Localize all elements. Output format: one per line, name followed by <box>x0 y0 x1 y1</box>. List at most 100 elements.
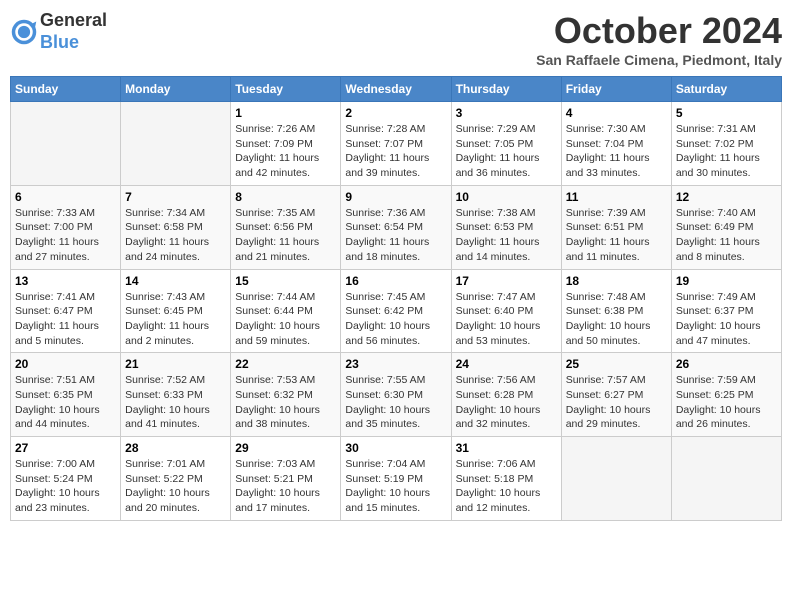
weekday-header-monday: Monday <box>121 77 231 102</box>
logo-icon <box>10 18 38 46</box>
calendar-cell <box>11 102 121 186</box>
calendar-table: SundayMondayTuesdayWednesdayThursdayFrid… <box>10 76 782 521</box>
calendar-week-row: 20 Sunrise: 7:51 AMSunset: 6:35 PMDayligh… <box>11 353 782 437</box>
calendar-cell: 20 Sunrise: 7:51 AMSunset: 6:35 PMDayligh… <box>11 353 121 437</box>
logo-blue: Blue <box>40 32 79 52</box>
day-number: 22 <box>235 357 336 371</box>
calendar-cell: 13Sunrise: 7:41 AMSunset: 6:47 PMDayligh… <box>11 269 121 353</box>
day-number: 14 <box>125 274 226 288</box>
day-number: 6 <box>15 190 116 204</box>
day-number: 1 <box>235 106 336 120</box>
day-detail: Sunrise: 7:40 AMSunset: 6:49 PMDaylight:… <box>676 206 777 265</box>
day-number: 19 <box>676 274 777 288</box>
day-detail: Sunrise: 7:49 AMSunset: 6:37 PMDaylight:… <box>676 290 777 349</box>
day-number: 8 <box>235 190 336 204</box>
calendar-cell: 19 Sunrise: 7:49 AMSunset: 6:37 PMDayligh… <box>671 269 781 353</box>
day-number: 31 <box>456 441 557 455</box>
day-number: 21 <box>125 357 226 371</box>
calendar-cell: 31 Sunrise: 7:06 AMSunset: 5:18 PMDayligh… <box>451 437 561 521</box>
weekday-header-saturday: Saturday <box>671 77 781 102</box>
calendar-cell <box>121 102 231 186</box>
day-detail: Sunrise: 7:29 AMSunset: 7:05 PMDaylight:… <box>456 122 557 181</box>
day-number: 11 <box>566 190 667 204</box>
calendar-header-row: SundayMondayTuesdayWednesdayThursdayFrid… <box>11 77 782 102</box>
calendar-cell: 29Sunrise: 7:03 AMSunset: 5:21 PMDayligh… <box>231 437 341 521</box>
calendar-cell <box>671 437 781 521</box>
day-detail: Sunrise: 7:38 AMSunset: 6:53 PMDaylight:… <box>456 206 557 265</box>
day-number: 5 <box>676 106 777 120</box>
day-number: 28 <box>125 441 226 455</box>
day-detail: Sunrise: 7:47 AMSunset: 6:40 PMDaylight:… <box>456 290 557 349</box>
calendar-week-row: 1 Sunrise: 7:26 AMSunset: 7:09 PMDaylight… <box>11 102 782 186</box>
calendar-cell: 5 Sunrise: 7:31 AMSunset: 7:02 PMDaylight… <box>671 102 781 186</box>
weekday-header-tuesday: Tuesday <box>231 77 341 102</box>
calendar-cell: 6Sunrise: 7:33 AMSunset: 7:00 PMDaylight… <box>11 185 121 269</box>
calendar-week-row: 27 Sunrise: 7:00 AMSunset: 5:24 PMDayligh… <box>11 437 782 521</box>
weekday-header-thursday: Thursday <box>451 77 561 102</box>
calendar-cell: 12 Sunrise: 7:40 AMSunset: 6:49 PMDayligh… <box>671 185 781 269</box>
day-number: 30 <box>345 441 446 455</box>
day-detail: Sunrise: 7:44 AMSunset: 6:44 PMDaylight:… <box>235 290 336 349</box>
calendar-cell: 10 Sunrise: 7:38 AMSunset: 6:53 PMDayligh… <box>451 185 561 269</box>
day-detail: Sunrise: 7:26 AMSunset: 7:09 PMDaylight:… <box>235 122 336 181</box>
day-number: 7 <box>125 190 226 204</box>
day-detail: Sunrise: 7:06 AMSunset: 5:18 PMDaylight:… <box>456 457 557 516</box>
day-number: 20 <box>15 357 116 371</box>
day-detail: Sunrise: 7:34 AMSunset: 6:58 PMDaylight:… <box>125 206 226 265</box>
day-detail: Sunrise: 7:31 AMSunset: 7:02 PMDaylight:… <box>676 122 777 181</box>
day-detail: Sunrise: 7:59 AMSunset: 6:25 PMDaylight:… <box>676 373 777 432</box>
day-detail: Sunrise: 7:01 AMSunset: 5:22 PMDaylight:… <box>125 457 226 516</box>
day-detail: Sunrise: 7:41 AMSunset: 6:47 PMDaylight:… <box>15 290 116 349</box>
day-detail: Sunrise: 7:48 AMSunset: 6:38 PMDaylight:… <box>566 290 667 349</box>
day-detail: Sunrise: 7:03 AMSunset: 5:21 PMDaylight:… <box>235 457 336 516</box>
day-number: 2 <box>345 106 446 120</box>
calendar-cell: 24Sunrise: 7:56 AMSunset: 6:28 PMDayligh… <box>451 353 561 437</box>
calendar-cell: 8 Sunrise: 7:35 AMSunset: 6:56 PMDaylight… <box>231 185 341 269</box>
calendar-cell: 23Sunrise: 7:55 AMSunset: 6:30 PMDayligh… <box>341 353 451 437</box>
calendar-cell: 14 Sunrise: 7:43 AMSunset: 6:45 PMDayligh… <box>121 269 231 353</box>
day-detail: Sunrise: 7:51 AMSunset: 6:35 PMDaylight:… <box>15 373 116 432</box>
day-detail: Sunrise: 7:45 AMSunset: 6:42 PMDaylight:… <box>345 290 446 349</box>
day-number: 27 <box>15 441 116 455</box>
logo-text: General Blue <box>40 10 107 53</box>
calendar-cell: 4Sunrise: 7:30 AMSunset: 7:04 PMDaylight… <box>561 102 671 186</box>
calendar-cell: 17 Sunrise: 7:47 AMSunset: 6:40 PMDayligh… <box>451 269 561 353</box>
calendar-cell <box>561 437 671 521</box>
day-number: 4 <box>566 106 667 120</box>
day-number: 26 <box>676 357 777 371</box>
day-detail: Sunrise: 7:55 AMSunset: 6:30 PMDaylight:… <box>345 373 446 432</box>
day-detail: Sunrise: 7:57 AMSunset: 6:27 PMDaylight:… <box>566 373 667 432</box>
calendar-cell: 21 Sunrise: 7:52 AMSunset: 6:33 PMDayligh… <box>121 353 231 437</box>
page-header: General Blue October 2024 San Raffaele C… <box>10 10 782 68</box>
day-number: 17 <box>456 274 557 288</box>
day-number: 10 <box>456 190 557 204</box>
weekday-header-friday: Friday <box>561 77 671 102</box>
title-section: October 2024 San Raffaele Cimena, Piedmo… <box>536 10 782 68</box>
day-detail: Sunrise: 7:35 AMSunset: 6:56 PMDaylight:… <box>235 206 336 265</box>
day-detail: Sunrise: 7:53 AMSunset: 6:32 PMDaylight:… <box>235 373 336 432</box>
day-number: 9 <box>345 190 446 204</box>
calendar-cell: 9 Sunrise: 7:36 AMSunset: 6:54 PMDaylight… <box>341 185 451 269</box>
day-number: 25 <box>566 357 667 371</box>
calendar-cell: 2 Sunrise: 7:28 AMSunset: 7:07 PMDaylight… <box>341 102 451 186</box>
day-detail: Sunrise: 7:52 AMSunset: 6:33 PMDaylight:… <box>125 373 226 432</box>
calendar-cell: 30 Sunrise: 7:04 AMSunset: 5:19 PMDayligh… <box>341 437 451 521</box>
calendar-cell: 11Sunrise: 7:39 AMSunset: 6:51 PMDayligh… <box>561 185 671 269</box>
day-detail: Sunrise: 7:36 AMSunset: 6:54 PMDaylight:… <box>345 206 446 265</box>
location-title: San Raffaele Cimena, Piedmont, Italy <box>536 52 782 68</box>
day-detail: Sunrise: 7:43 AMSunset: 6:45 PMDaylight:… <box>125 290 226 349</box>
calendar-cell: 18 Sunrise: 7:48 AMSunset: 6:38 PMDayligh… <box>561 269 671 353</box>
calendar-week-row: 6Sunrise: 7:33 AMSunset: 7:00 PMDaylight… <box>11 185 782 269</box>
weekday-header-sunday: Sunday <box>11 77 121 102</box>
calendar-week-row: 13Sunrise: 7:41 AMSunset: 6:47 PMDayligh… <box>11 269 782 353</box>
day-number: 12 <box>676 190 777 204</box>
calendar-cell: 26 Sunrise: 7:59 AMSunset: 6:25 PMDayligh… <box>671 353 781 437</box>
calendar-cell: 1 Sunrise: 7:26 AMSunset: 7:09 PMDaylight… <box>231 102 341 186</box>
day-detail: Sunrise: 7:00 AMSunset: 5:24 PMDaylight:… <box>15 457 116 516</box>
calendar-cell: 16Sunrise: 7:45 AMSunset: 6:42 PMDayligh… <box>341 269 451 353</box>
day-detail: Sunrise: 7:04 AMSunset: 5:19 PMDaylight:… <box>345 457 446 516</box>
day-detail: Sunrise: 7:28 AMSunset: 7:07 PMDaylight:… <box>345 122 446 181</box>
calendar-cell: 28 Sunrise: 7:01 AMSunset: 5:22 PMDayligh… <box>121 437 231 521</box>
day-number: 18 <box>566 274 667 288</box>
calendar-cell: 22 Sunrise: 7:53 AMSunset: 6:32 PMDayligh… <box>231 353 341 437</box>
